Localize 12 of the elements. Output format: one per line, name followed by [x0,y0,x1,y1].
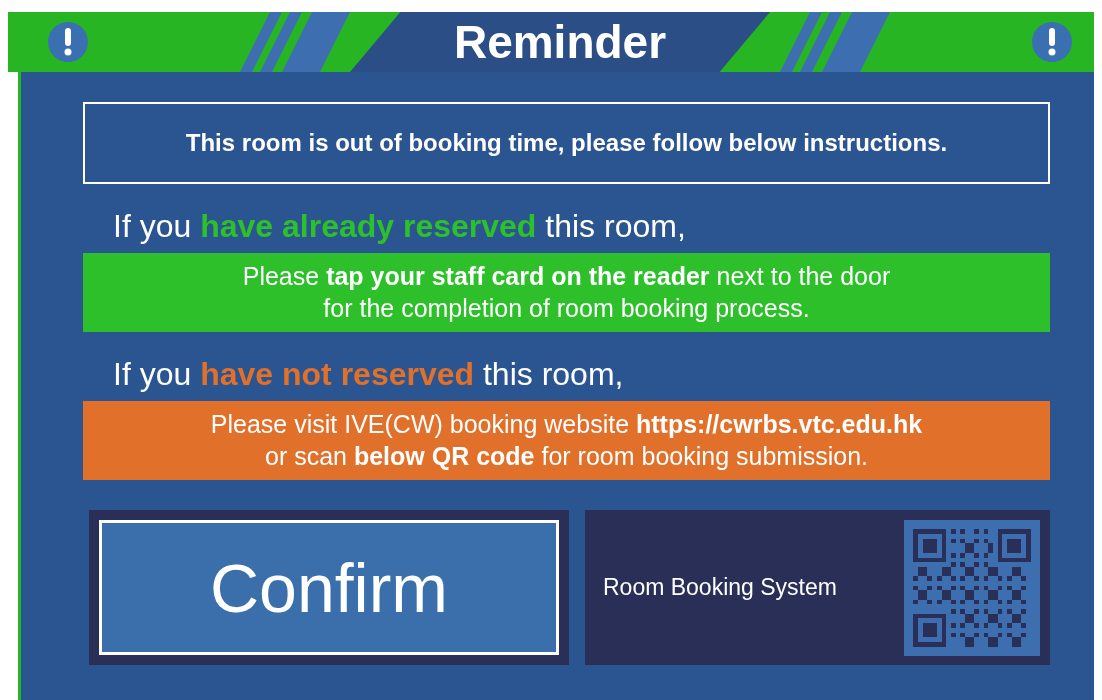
confirm-button[interactable]: Confirm [99,520,559,655]
instruction-text: or scan below QR code for room booking submission. [265,440,868,472]
notice-message: This room is out of booking time, please follow below instructions. [83,102,1050,184]
exclamation-icon [1032,22,1072,62]
condition-text: If you have already reserved this room, [113,208,687,245]
reminder-title: Reminder [350,12,770,72]
instruction-text: for the completion of room booking process. [323,292,810,324]
condition-text: If you have not reserved this room, [113,356,625,393]
qr-label: Room Booking System [603,574,838,601]
instruction-text: Please visit IVE(CW) booking website https://cwrbs.vtc.edu.hk [210,409,923,441]
exclamation-icon [48,22,88,62]
instruction-text: Please tap your staff card on the reader next to the door [242,261,891,293]
